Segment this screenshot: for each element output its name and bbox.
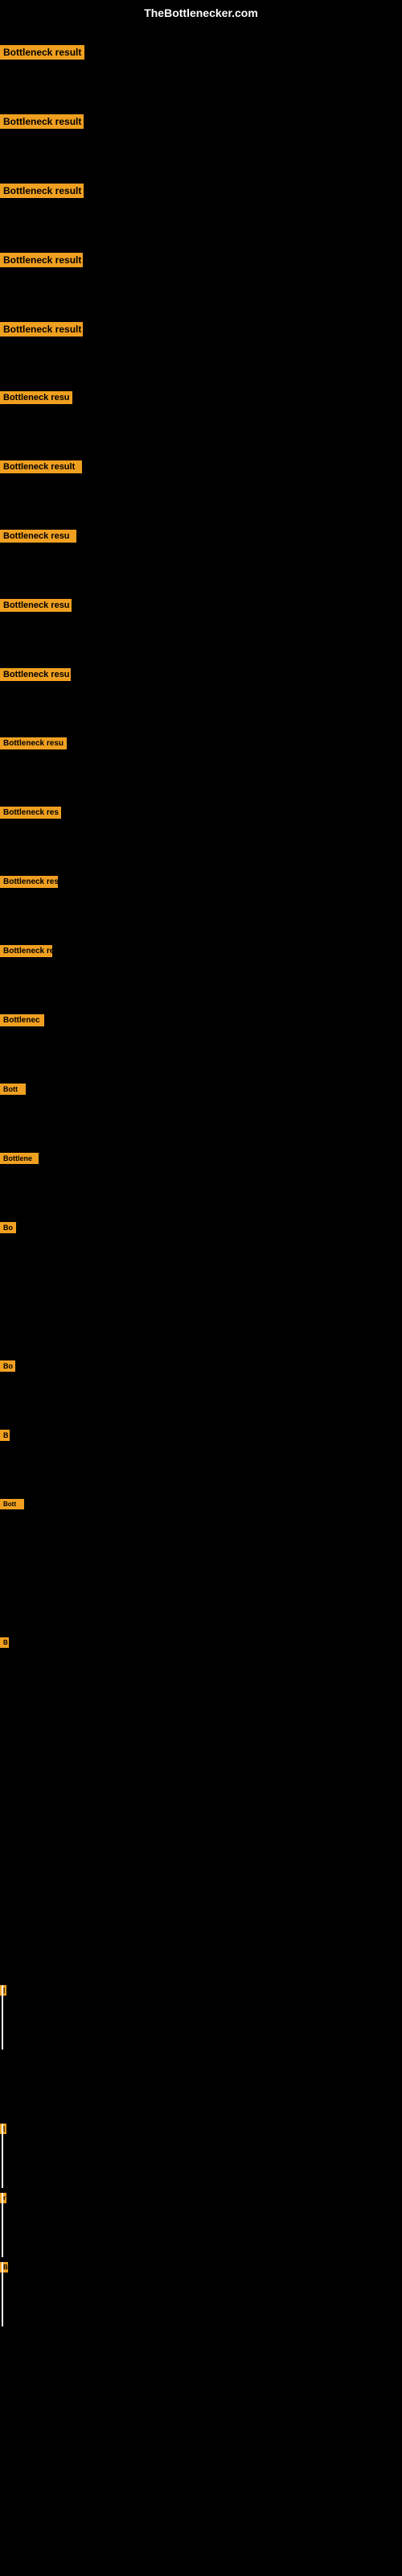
site-title: TheBottlenecker.com xyxy=(144,6,258,19)
bottleneck-badge: Bottleneck res xyxy=(0,876,58,888)
vertical-line xyxy=(2,2124,3,2188)
bottleneck-badge: Bo xyxy=(0,1222,16,1233)
vertical-line xyxy=(2,2262,3,2326)
bottleneck-badge: Bottleneck resu xyxy=(0,599,72,612)
vertical-line xyxy=(2,1985,3,2050)
bottleneck-badge: Bottlene xyxy=(0,1153,39,1164)
bottleneck-badge: Bottleneck resu xyxy=(0,391,72,404)
bottleneck-badge: Bottleneck resu xyxy=(0,668,71,681)
bottleneck-badge: Bottleneck result xyxy=(0,322,83,336)
bottleneck-badge: Bott xyxy=(0,1084,26,1095)
bottleneck-badge: Bottleneck re xyxy=(0,945,52,957)
bottleneck-badge: B xyxy=(0,1430,10,1441)
bottleneck-badge: Bottleneck result xyxy=(0,460,82,473)
bottleneck-badge: Bottleneck result xyxy=(0,184,84,198)
bottleneck-badge: Bottleneck result xyxy=(0,114,84,129)
bottleneck-badge: Bottleneck resu xyxy=(0,530,76,543)
bottleneck-badge: Bottleneck res xyxy=(0,807,61,819)
bottleneck-badge: Bottleneck resu xyxy=(0,737,67,749)
bottleneck-badge: Bottleneck result xyxy=(0,253,83,267)
bottleneck-badge: B xyxy=(0,1637,9,1648)
bottleneck-badge: Bottlenec xyxy=(0,1014,44,1026)
vertical-line xyxy=(2,2193,3,2257)
bottleneck-badge: Bott xyxy=(0,1499,24,1509)
bottleneck-badge: Bottleneck result xyxy=(0,45,84,60)
bottleneck-badge: Bo xyxy=(0,1360,15,1372)
